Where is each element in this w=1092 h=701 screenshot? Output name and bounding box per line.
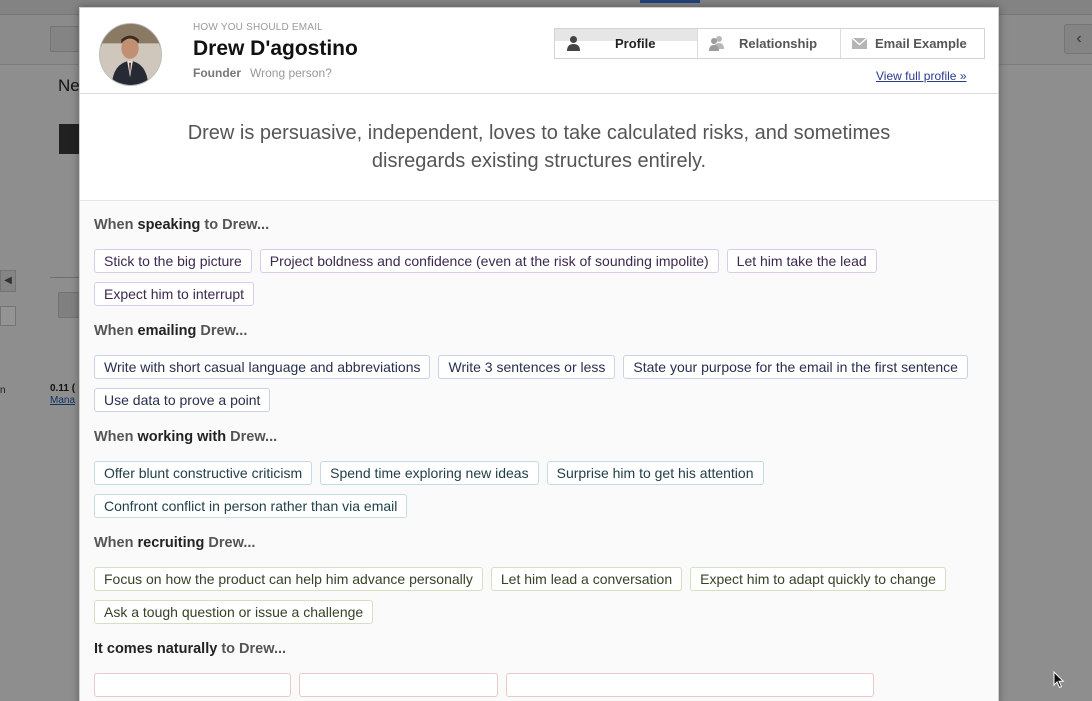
advice-chip: Offer blunt constructive criticism	[94, 461, 313, 485]
section-working: When working with Drew... Offer blunt co…	[94, 429, 984, 527]
section-title: When emailing Drew...	[94, 323, 984, 343]
chip-list: Focus on how the product can help him ad…	[94, 567, 984, 633]
advice-chip: Focus on how the product can help him ad…	[94, 567, 483, 591]
tab-profile-label: Profile	[615, 36, 656, 51]
advice-chip: Use data to prove a point	[94, 388, 271, 412]
advice-chip: Spend time exploring new ideas	[320, 461, 539, 485]
section-naturally: It comes naturally to Drew...	[94, 641, 984, 701]
section-title: When speaking to Drew...	[94, 217, 984, 237]
advice-chip: Ask a tough question or issue a challeng…	[94, 600, 374, 624]
tab-profile[interactable]: Profile	[555, 29, 698, 58]
advice-chip: State your purpose for the email in the …	[623, 355, 968, 379]
section-title-suffix: to Drew...	[217, 641, 287, 657]
section-title-suffix: Drew...	[204, 535, 256, 551]
section-title-prefix: When	[94, 535, 138, 551]
avatar-photo	[100, 24, 161, 85]
envelope-icon	[851, 37, 868, 49]
tab-relationship[interactable]: Relationship	[698, 29, 841, 58]
person-icon	[567, 36, 580, 51]
section-title-prefix: When	[94, 429, 138, 445]
section-emailing: When emailing Drew... Write with short c…	[94, 323, 984, 421]
advice-content: When speaking to Drew... Stick to the bi…	[80, 201, 998, 701]
advice-chip: Let him take the lead	[726, 249, 877, 273]
section-title-verb: working with	[137, 429, 227, 445]
advice-chip: Let him lead a conversation	[490, 567, 683, 591]
advice-chip	[299, 673, 498, 697]
advice-chip: Stick to the big picture	[94, 249, 252, 273]
advice-chip: Expect him to adapt quickly to change	[690, 567, 946, 591]
section-title-suffix: Drew...	[196, 323, 248, 339]
chip-list: Stick to the big picture Project boldnes…	[94, 249, 984, 315]
section-title: It comes naturally to Drew...	[94, 641, 984, 661]
advice-chip	[94, 673, 291, 697]
avatar	[99, 23, 162, 86]
advice-chip	[506, 673, 874, 697]
section-title-prefix: When	[94, 217, 138, 233]
section-title: When working with Drew...	[94, 429, 984, 449]
chip-list: Offer blunt constructive criticism Spend…	[94, 461, 984, 527]
people-icon	[709, 36, 724, 51]
chip-list	[94, 673, 984, 701]
section-title-verb: recruiting	[137, 535, 205, 551]
modal-header: HOW YOU SHOULD EMAIL Drew D'agostino Fou…	[80, 8, 998, 94]
advice-chip: Confront conflict in person rather than …	[94, 494, 408, 518]
chip-list: Write with short casual language and abb…	[94, 355, 984, 421]
contact-role: Founder	[193, 66, 241, 80]
tab-email-example-label: Email Example	[875, 36, 967, 51]
section-title-verb: It comes naturally	[94, 641, 218, 657]
profile-modal: HOW YOU SHOULD EMAIL Drew D'agostino Fou…	[79, 7, 999, 701]
header-kicker: HOW YOU SHOULD EMAIL	[193, 22, 323, 33]
personality-summary: Drew is persuasive, independent, loves t…	[80, 94, 998, 201]
section-title-verb: emailing	[137, 323, 197, 339]
section-speaking: When speaking to Drew... Stick to the bi…	[94, 217, 984, 315]
advice-chip: Surprise him to get his attention	[546, 461, 764, 485]
advice-chip: Write 3 sentences or less	[438, 355, 616, 379]
section-title-suffix: Drew...	[226, 429, 278, 445]
contact-name: Drew D'agostino	[193, 37, 358, 60]
advice-chip: Project boldness and confidence (even at…	[259, 249, 719, 273]
section-title-verb: speaking	[137, 217, 201, 233]
wrong-person-link[interactable]: Wrong person?	[250, 66, 332, 80]
section-recruiting: When recruiting Drew... Focus on how the…	[94, 535, 984, 633]
section-title-prefix: When	[94, 323, 138, 339]
profile-tabs: Profile Relationship Email Example	[554, 28, 985, 59]
section-title-suffix: to Drew...	[200, 217, 270, 233]
tab-relationship-label: Relationship	[739, 36, 818, 51]
section-title: When recruiting Drew...	[94, 535, 984, 555]
view-full-profile-link[interactable]: View full profile »	[876, 69, 967, 83]
advice-chip: Write with short casual language and abb…	[94, 355, 431, 379]
advice-chip: Expect him to interrupt	[94, 282, 255, 306]
tab-email-example[interactable]: Email Example	[841, 29, 984, 58]
mouse-cursor-icon	[1053, 671, 1065, 689]
